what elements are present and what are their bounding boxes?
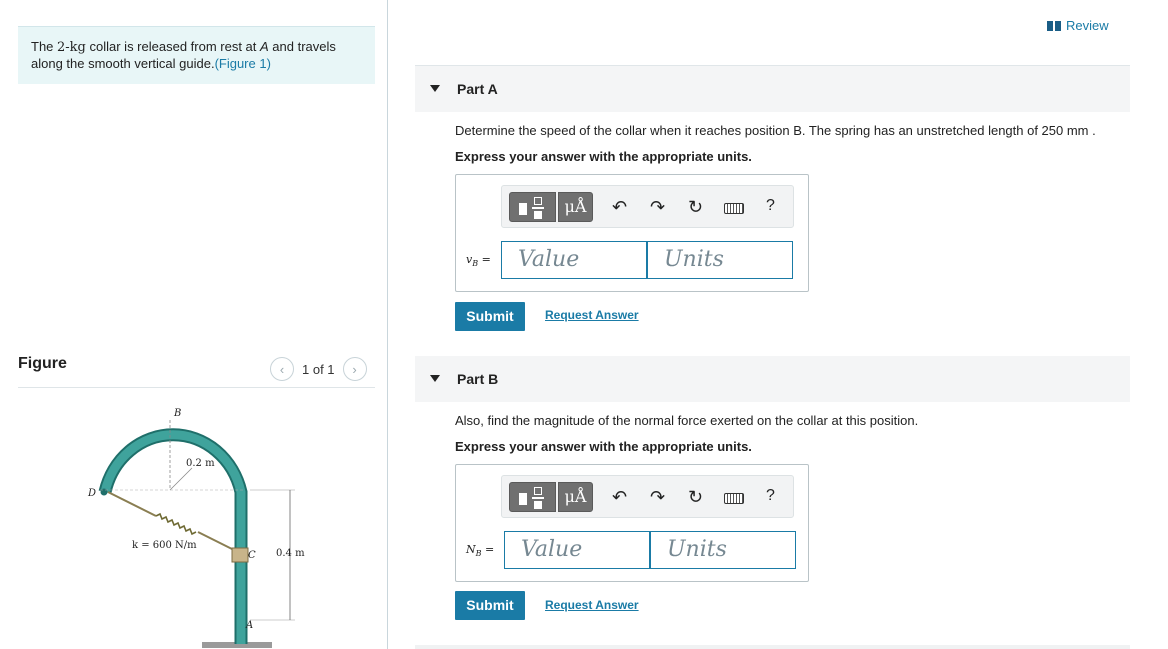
bottom-divider (415, 645, 1130, 649)
label-b: B (173, 408, 181, 419)
problem-text: The (31, 39, 58, 54)
units-input[interactable]: Units (650, 531, 796, 569)
units-icon[interactable]: μÅ (558, 192, 593, 222)
label-d: D (87, 488, 96, 499)
left-panel: The 2-kg collar is released from rest at… (0, 0, 388, 649)
submit-button[interactable]: Submit (455, 302, 525, 331)
collar-guide-diagram[interactable]: B D C A 0.2 m k = 600 N/m 0.4 m (80, 398, 320, 648)
help-icon[interactable]: ? (766, 197, 775, 215)
equation-toolbar: μÅ ↶ ↷ ↻ ? (501, 475, 794, 518)
prev-figure-button[interactable]: ‹ (270, 357, 294, 381)
label-spring-k: k = 600 N/m (132, 540, 197, 551)
fraction-template-icon[interactable] (509, 482, 556, 512)
value-input[interactable]: Value (504, 531, 650, 569)
part-b-label: Part B (457, 371, 499, 387)
problem-statement: The 2-kg collar is released from rest at… (18, 26, 375, 84)
figure-divider (18, 387, 375, 388)
request-answer-link[interactable]: Request Answer (545, 308, 639, 322)
label-radius: 0.2 m (186, 458, 215, 469)
problem-mass: 2-kg (57, 40, 86, 55)
figure-count: 1 of 1 (302, 361, 335, 377)
review-label: Review (1066, 18, 1109, 33)
part-a-header[interactable]: Part A (415, 66, 1130, 112)
equation-toolbar: μÅ ↶ ↷ ↻ ? (501, 185, 794, 228)
collapse-triangle-icon[interactable] (430, 85, 440, 92)
part-b-header[interactable]: Part B (415, 356, 1130, 402)
redo-icon[interactable]: ↷ (650, 197, 665, 217)
keyboard-icon[interactable] (724, 493, 744, 504)
book-icon (1047, 20, 1061, 31)
collapse-triangle-icon[interactable] (430, 375, 440, 382)
reset-icon[interactable]: ↻ (688, 487, 703, 507)
help-icon[interactable]: ? (766, 487, 775, 505)
review-link[interactable]: Review (1047, 18, 1109, 33)
part-a-label: Part A (457, 81, 498, 97)
submit-button[interactable]: Submit (455, 591, 525, 620)
keyboard-icon[interactable] (724, 203, 744, 214)
label-a: A (245, 620, 253, 631)
rod-end-d (100, 488, 108, 496)
radius-line (169, 467, 193, 491)
problem-text: collar is released from rest at (85, 39, 261, 54)
units-input[interactable]: Units (647, 241, 793, 279)
redo-icon[interactable]: ↷ (650, 487, 665, 507)
variable-label: NB = (466, 543, 495, 559)
undo-icon[interactable]: ↶ (612, 197, 627, 217)
request-answer-link[interactable]: Request Answer (545, 598, 639, 612)
fraction-template-icon[interactable] (509, 192, 556, 222)
spring (155, 512, 197, 536)
next-figure-button[interactable]: › (342, 357, 367, 381)
collar (231, 547, 249, 563)
variable-label: vB = (466, 253, 491, 269)
part-b-answer-box: μÅ ↶ ↷ ↻ ? NB = Value Units (455, 464, 809, 582)
reset-icon[interactable]: ↻ (688, 197, 703, 217)
value-input[interactable]: Value (501, 241, 647, 279)
spring-rod (107, 491, 157, 517)
part-a-answer-box: μÅ ↶ ↷ ↻ ? vB = Value Units (455, 174, 809, 292)
figure-link[interactable]: (Figure 1) (215, 56, 271, 71)
figure-nav: ‹ 1 of 1 › (270, 357, 367, 381)
part-a-question: Determine the speed of the collar when i… (455, 123, 1096, 138)
undo-icon[interactable]: ↶ (612, 487, 627, 507)
units-icon[interactable]: μÅ (558, 482, 593, 512)
part-a-instruction: Express your answer with the appropriate… (455, 149, 752, 164)
problem-point: A (260, 39, 269, 54)
part-b-instruction: Express your answer with the appropriate… (455, 439, 752, 454)
label-height: 0.4 m (276, 548, 305, 559)
part-b-question: Also, find the magnitude of the normal f… (455, 413, 919, 428)
figure-title: Figure (18, 355, 67, 372)
label-c: C (248, 550, 256, 561)
